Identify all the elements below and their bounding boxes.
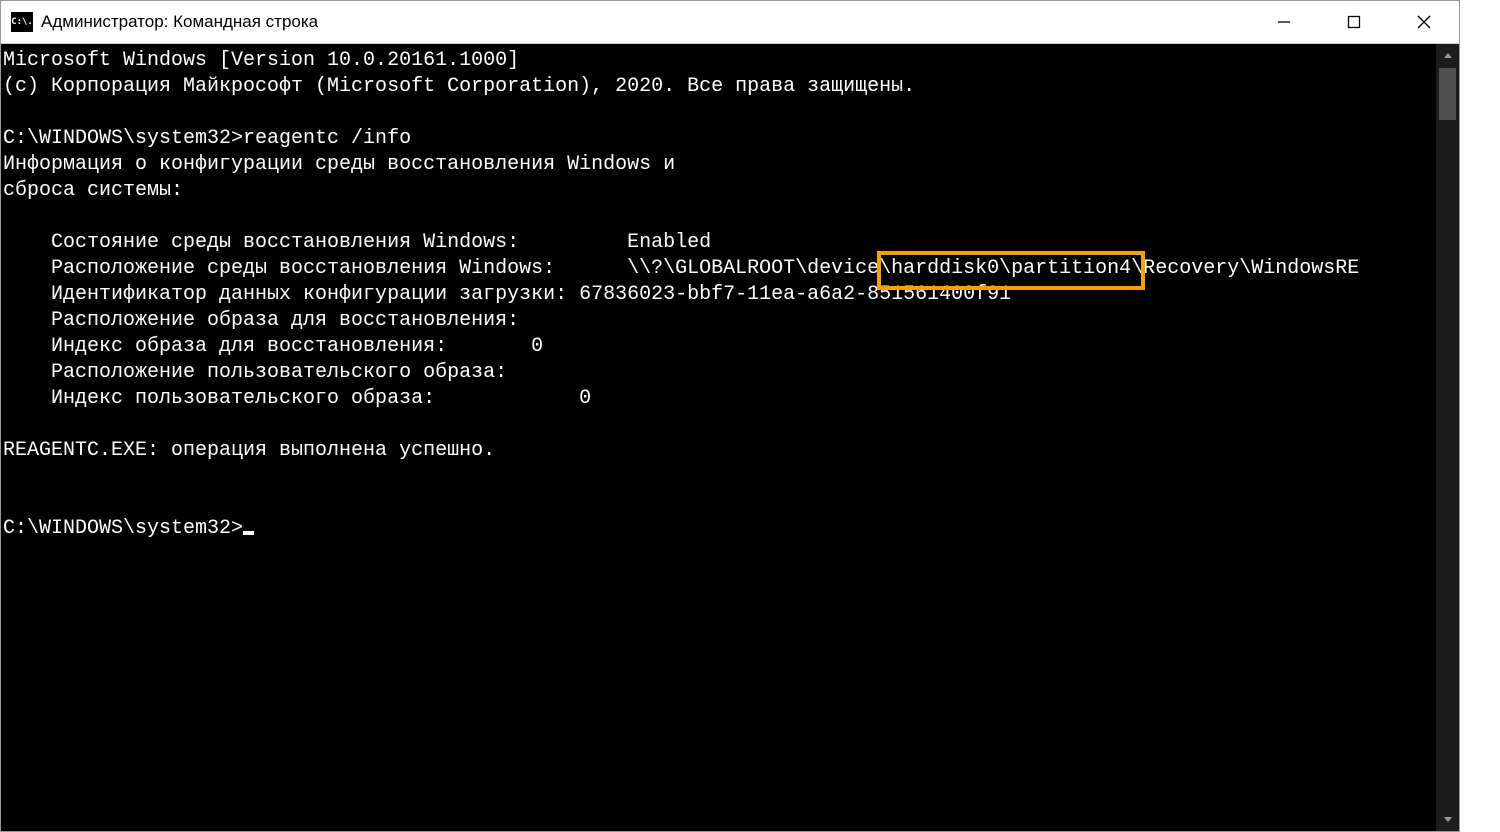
console-line: Расположение среды восстановления Window… — [3, 257, 1359, 280]
console-line: Расположение образа для восстановления: — [3, 309, 519, 332]
console-line: Состояние среды восстановления Windows: … — [3, 231, 711, 254]
console-line: REAGENTC.EXE: операция выполнена успешно… — [3, 439, 495, 462]
window-controls — [1249, 1, 1459, 43]
console-line: (c) Корпорация Майкрософт (Microsoft Cor… — [3, 75, 915, 98]
console-line: Идентификатор данных конфигурации загруз… — [3, 283, 1011, 306]
minimize-button[interactable] — [1249, 1, 1319, 43]
console-line: Индекс пользовательского образа: 0 — [3, 387, 591, 410]
scroll-track[interactable] — [1436, 68, 1459, 807]
window-title: Администратор: Командная строка — [41, 12, 318, 32]
scroll-down-button[interactable] — [1436, 807, 1459, 831]
maximize-button[interactable] — [1319, 1, 1389, 43]
console-prompt: C:\WINDOWS\system32> — [3, 517, 243, 540]
client-area: Microsoft Windows [Version 10.0.20161.10… — [1, 44, 1459, 831]
scroll-thumb[interactable] — [1439, 68, 1456, 120]
console-line: Расположение пользовательского образа: — [3, 361, 507, 384]
scroll-up-button[interactable] — [1436, 44, 1459, 68]
titlebar-left: C:\. Администратор: Командная строка — [1, 12, 1249, 32]
cursor-icon — [243, 531, 254, 535]
vertical-scrollbar[interactable] — [1436, 44, 1459, 831]
titlebar[interactable]: C:\. Администратор: Командная строка — [1, 1, 1459, 44]
cmd-icon: C:\. — [11, 12, 33, 32]
console-line: Информация о конфигурации среды восстано… — [3, 153, 675, 176]
console-line: Индекс образа для восстановления: 0 — [3, 335, 543, 358]
command-prompt-window: C:\. Администратор: Командная строка Mic… — [0, 0, 1460, 832]
console-line: сброса системы: — [3, 179, 183, 202]
close-button[interactable] — [1389, 1, 1459, 43]
console-line: Microsoft Windows [Version 10.0.20161.10… — [3, 49, 519, 72]
console-line: C:\WINDOWS\system32>reagentc /info — [3, 127, 411, 150]
console-output[interactable]: Microsoft Windows [Version 10.0.20161.10… — [1, 44, 1436, 831]
